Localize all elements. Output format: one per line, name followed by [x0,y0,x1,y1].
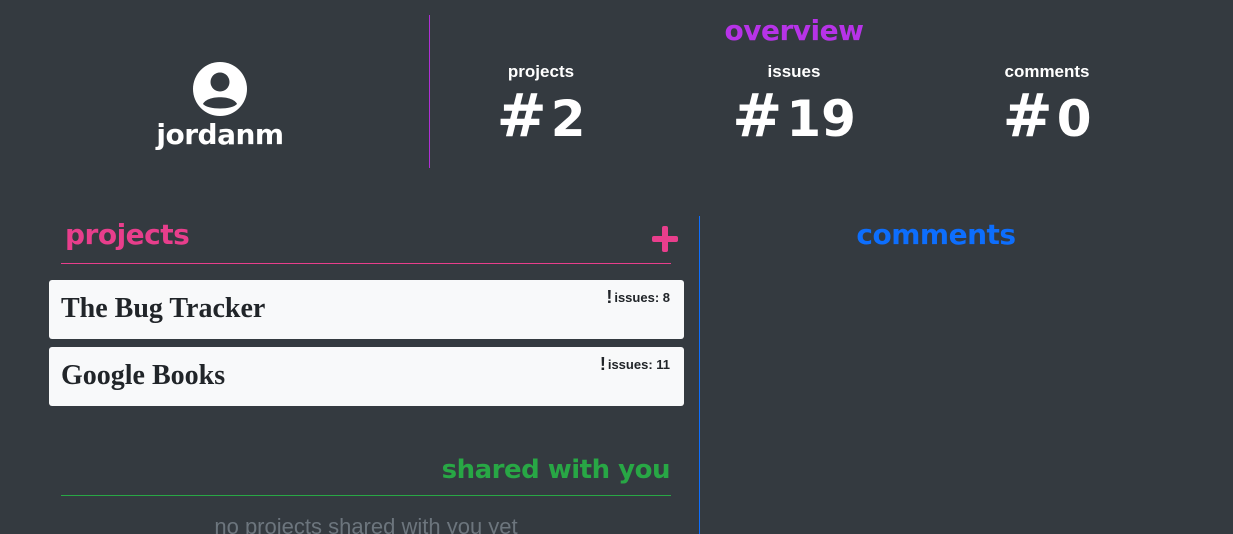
profile-section: jordanm [120,62,320,151]
project-name[interactable]: Google Books [61,360,225,392]
hash-icon: # [1002,81,1052,151]
add-project-button[interactable] [650,224,680,254]
project-name[interactable]: The Bug Tracker [61,293,265,325]
projects-title: projects [65,218,190,251]
stat-label: issues [767,62,821,81]
stat-label: comments [1004,62,1090,81]
issue-count: issues: 11 [607,356,670,372]
stat-projects: projects # 2 [441,62,641,147]
column-divider [699,216,700,534]
stat-issues: issues # 19 [694,62,894,147]
exclamation-icon: ! [606,287,613,307]
stat-label: projects [507,62,575,81]
exclamation-icon: ! [599,354,606,374]
stat-comments: comments # 0 [947,62,1147,147]
shared-title: shared with you [441,455,671,485]
projects-divider [61,263,671,264]
issue-count-badge: ! issues: 8 [606,287,670,307]
vertical-divider [429,15,430,168]
stat-value: 0 [1056,90,1092,148]
username: jordanm [156,118,284,151]
issue-count-badge: ! issues: 11 [599,354,670,374]
shared-divider [61,495,671,496]
dashboard-page: jordanm overview projects # 2 issues # 1… [0,0,1233,534]
hash-icon: # [496,81,546,151]
stat-value: 19 [786,90,856,148]
stat-value: 2 [550,90,586,148]
project-card[interactable]: Google Books ! issues: 11 [49,347,684,406]
project-card[interactable]: The Bug Tracker ! issues: 8 [49,280,684,339]
shared-empty-message: no projects shared with you yet [214,514,518,534]
overview-title: overview [724,14,865,47]
issue-count: issues: 8 [614,289,670,305]
hash-icon: # [732,81,782,151]
comments-title: comments [856,218,1016,251]
user-circle-icon [193,62,247,116]
